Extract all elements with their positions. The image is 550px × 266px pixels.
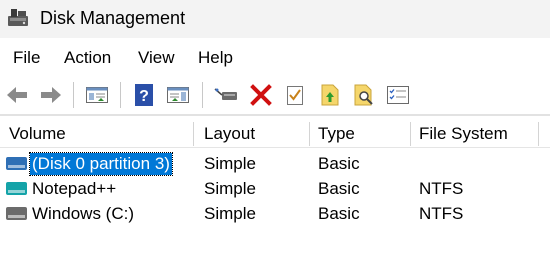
disk-management-icon: [7, 8, 29, 28]
help-icon[interactable]: ?: [131, 81, 157, 109]
console-tree-icon[interactable]: [84, 81, 110, 109]
action-pane-icon[interactable]: [165, 81, 191, 109]
list-view-icon[interactable]: [385, 81, 411, 109]
drive-icon: [6, 182, 27, 195]
type-cell: Basic: [318, 154, 360, 173]
file-system-cell: NTFS: [419, 204, 464, 223]
volume-cell: (Disk 0 partition 3): [6, 151, 173, 176]
table-row[interactable]: Windows (C:) Simple Basic NTFS: [0, 201, 550, 226]
delete-icon[interactable]: [248, 81, 274, 109]
volume-name: Notepad++: [32, 178, 117, 198]
properties-icon[interactable]: [282, 81, 308, 109]
search-icon[interactable]: [351, 81, 377, 109]
column-layout[interactable]: Layout: [195, 120, 309, 148]
file-system-cell: NTFS: [419, 179, 464, 198]
drive-icon: [6, 207, 27, 220]
export-icon[interactable]: [317, 81, 343, 109]
volume-name: Windows (C:): [32, 203, 135, 223]
type-cell: Basic: [318, 179, 360, 198]
column-header: Volume Layout Type File System: [0, 120, 550, 148]
back-arrow-icon[interactable]: [4, 81, 30, 109]
volume-cell: Windows (C:): [6, 201, 136, 226]
volume-cell: Notepad++: [6, 176, 118, 201]
table-row[interactable]: (Disk 0 partition 3) Simple Basic: [0, 151, 550, 176]
layout-cell: Simple: [204, 154, 256, 173]
menu-view[interactable]: View: [138, 48, 175, 68]
svg-text:?: ?: [139, 88, 149, 105]
toolbar: ?: [0, 76, 550, 114]
window-title: Disk Management: [40, 8, 186, 28]
layout-cell: Simple: [204, 204, 256, 223]
layout-cell: Simple: [204, 179, 256, 198]
toolbar-border: [0, 114, 550, 116]
column-divider[interactable]: [193, 122, 194, 146]
toolbar-separator: [73, 82, 74, 108]
volume-name: (Disk 0 partition 3): [29, 151, 173, 176]
menu-help[interactable]: Help: [198, 48, 233, 68]
column-volume[interactable]: Volume: [0, 120, 193, 148]
menu-action[interactable]: Action: [64, 48, 111, 68]
title-bar: Disk Management: [0, 0, 550, 38]
column-type[interactable]: Type: [309, 120, 410, 148]
connect-drive-icon[interactable]: [213, 81, 239, 109]
type-cell: Basic: [318, 204, 360, 223]
drive-icon: [6, 157, 27, 170]
table-row[interactable]: Notepad++ Simple Basic NTFS: [0, 176, 550, 201]
toolbar-separator: [120, 82, 121, 108]
forward-arrow-icon[interactable]: [38, 81, 64, 109]
column-divider[interactable]: [538, 122, 539, 146]
toolbar-separator: [202, 82, 203, 108]
menu-file[interactable]: File: [13, 48, 40, 68]
menu-bar: File Action View Help: [0, 38, 550, 76]
column-file-system[interactable]: File System: [410, 120, 538, 148]
